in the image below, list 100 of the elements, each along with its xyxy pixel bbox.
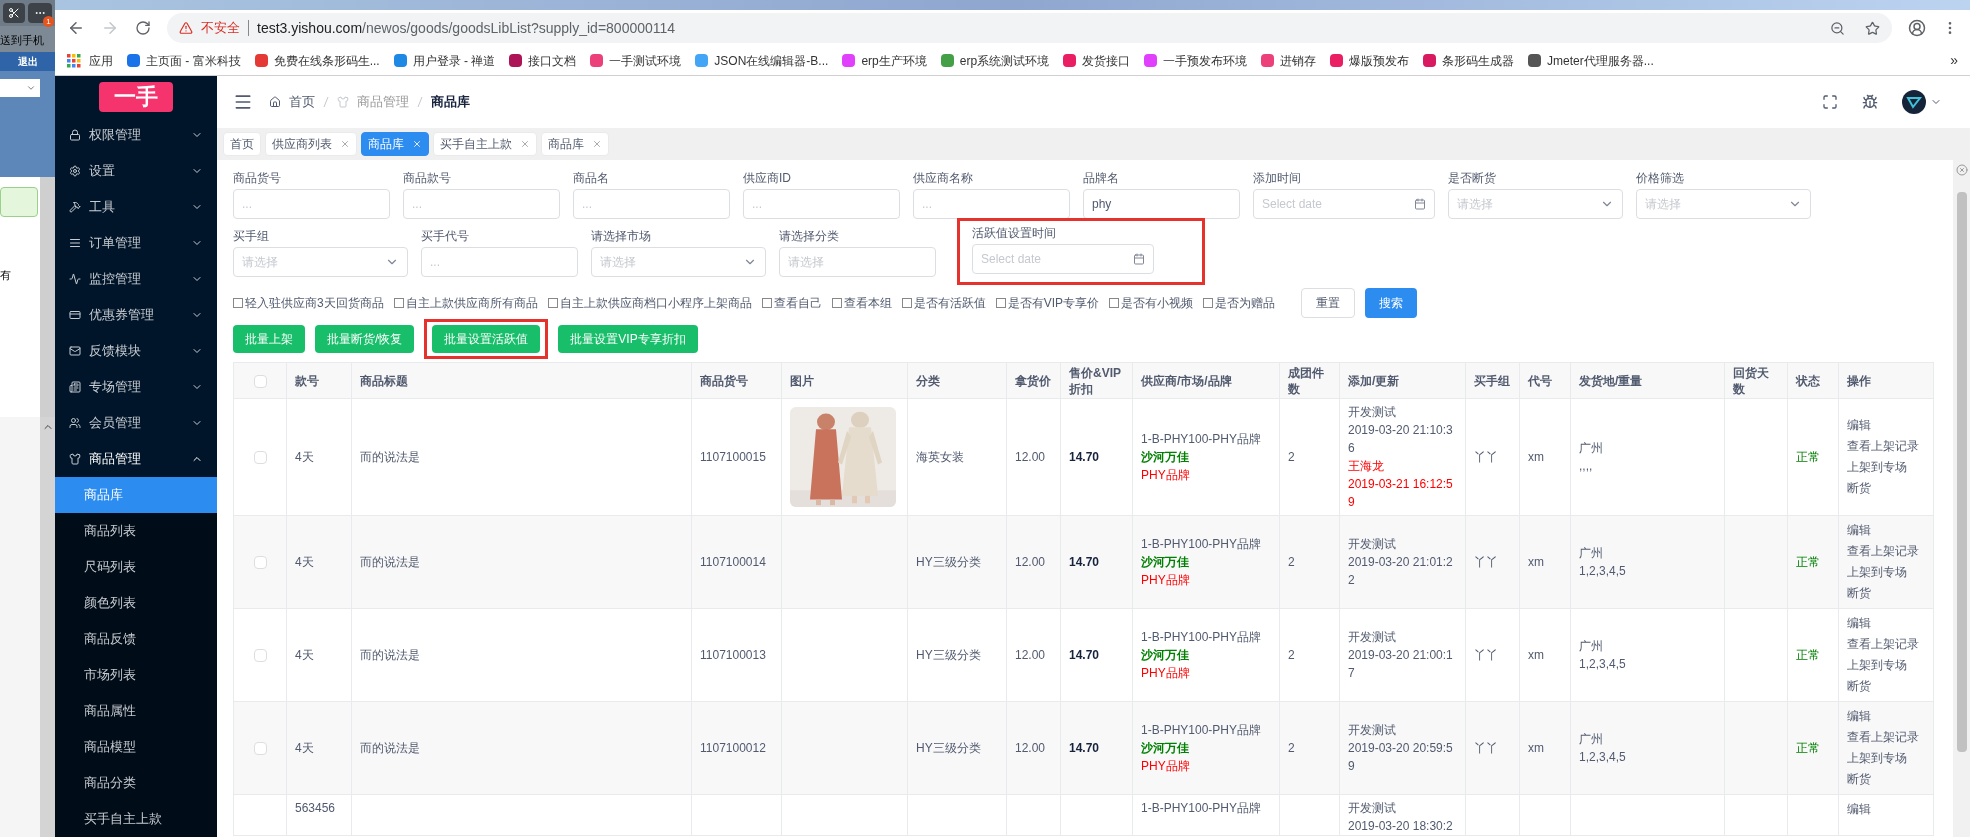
bookmark[interactable]: 免费在线条形码生... [254,51,380,70]
logo[interactable]: 一手 [99,81,173,112]
reset-button[interactable]: 重置 [1301,288,1356,318]
close-icon[interactable] [340,139,350,149]
close-icon[interactable] [592,139,602,149]
bookmark[interactable]: 条形码生成器 [1423,51,1515,70]
input-field[interactable]: ... [573,189,730,219]
menu-item[interactable]: 监控管理 [55,261,217,297]
menu-item[interactable]: 权限管理 [55,117,217,153]
submenu-item[interactable]: 商品列表 [55,513,217,549]
submenu-item[interactable]: 商品反馈 [55,621,217,657]
checkbox[interactable] [1109,298,1120,308]
page-tab[interactable]: 商品库 [541,132,609,156]
bookmark[interactable]: 一手测试环境 [590,51,682,70]
checkbox[interactable] [233,298,243,308]
input-field[interactable]: phy [1083,189,1240,219]
fullscreen-icon[interactable] [1822,94,1838,110]
action-link[interactable]: 查看上架记录 [1847,436,1925,457]
input-field[interactable]: ... [233,189,390,219]
action-link[interactable]: 断货 [1847,769,1925,790]
page-tab[interactable]: 买手自主上款 [433,132,537,156]
action-link[interactable]: 编辑 [1847,415,1925,436]
menu-item[interactable]: 会员管理 [55,405,217,441]
page-tab[interactable]: 供应商列表 [265,132,357,156]
close-icon[interactable] [412,139,422,149]
input-field[interactable]: ... [403,189,560,219]
breadcrumb-item[interactable]: 首页 [289,92,315,112]
checkbox[interactable] [831,298,842,308]
action-link[interactable]: 编辑 [1847,799,1925,820]
menu-item[interactable]: 工具 [55,189,217,225]
action-link[interactable]: 上架到专场 [1847,457,1925,478]
action-link[interactable]: 断货 [1847,676,1925,697]
action-link[interactable]: 上架到专场 [1847,655,1925,676]
scroll-track[interactable] [40,416,55,837]
scissors-icon[interactable] [8,7,20,19]
checkbox[interactable] [1203,298,1214,308]
checkbox[interactable] [761,298,772,308]
bookmark[interactable]: 一手预发布环境 [1144,51,1248,70]
menu-toggle-icon[interactable] [233,92,253,112]
dropdown[interactable] [0,78,40,97]
page-tab[interactable]: 首页 [223,132,261,156]
checkbox[interactable] [547,298,558,308]
page-scrollbar[interactable] [1953,160,1970,837]
action-link[interactable]: 查看上架记录 [1847,634,1925,655]
send-to-phone-label[interactable]: 送到手机 [0,26,55,52]
submenu-item[interactable]: 市场列表 [55,657,217,693]
action-link[interactable]: 编辑 [1847,706,1925,727]
address-bar[interactable]: 不安全 test3.yishou.com/newos/goods/goodsLibList?supply_id=800000114 [167,13,1892,43]
menu-item[interactable]: 商品管理 [55,441,217,477]
row-checkbox[interactable] [253,451,267,465]
bookmark[interactable]: 用户登录 - 禅道 [393,51,496,70]
action-link[interactable]: 断货 [1847,583,1925,604]
apps-bookmark[interactable]: 应用 [67,51,113,70]
submenu-item[interactable]: 买手自主上款 [55,801,217,837]
submenu-item[interactable]: 商品分类 [55,765,217,801]
bookmark-star-icon[interactable] [1865,20,1880,36]
action-link[interactable]: 编辑 [1847,520,1925,541]
bookmark[interactable]: 进销存 [1261,51,1317,70]
bookmark[interactable]: erp系统测试环境 [940,51,1050,70]
row-checkbox[interactable] [253,556,267,570]
row-checkbox[interactable] [253,742,267,756]
close-icon[interactable] [520,139,530,149]
action-link[interactable]: 编辑 [1847,613,1925,634]
input-field[interactable]: ... [913,189,1070,219]
menu-item[interactable]: 反馈模块 [55,333,217,369]
back-icon[interactable] [67,19,85,37]
menu-item[interactable]: 优惠券管理 [55,297,217,333]
bookmark[interactable]: 爆版预发布 [1330,51,1410,70]
row-checkbox[interactable] [253,649,267,663]
bookmark[interactable]: Jmeter代理服务器... [1528,51,1654,70]
avatar-icon[interactable] [1902,90,1926,114]
action-link[interactable]: 断货 [1847,478,1925,499]
menu-item[interactable]: 订单管理 [55,225,217,261]
checkbox[interactable] [393,298,404,308]
action-link[interactable]: 查看上架记录 [1847,541,1925,562]
submenu-item[interactable]: 商品属性 [55,693,217,729]
menu-item[interactable]: 专场管理 [55,369,217,405]
bug-icon[interactable] [1862,94,1878,110]
reload-icon[interactable] [135,20,151,36]
select-all-checkbox[interactable] [253,374,267,388]
action-link[interactable]: 查看上架记录 [1847,727,1925,748]
more-bookmarks[interactable]: » [1950,50,1958,71]
bookmark[interactable]: 主页面 - 富米科技 [127,51,241,70]
bookmark[interactable]: erp生产环境 [842,51,927,70]
zoom-out-icon[interactable] [1830,20,1845,36]
menu-item[interactable]: 设置 [55,153,217,189]
profile-icon[interactable] [1908,19,1926,37]
checkbox[interactable] [995,298,1006,308]
submenu-item[interactable]: 颜色列表 [55,585,217,621]
submenu-item[interactable]: 尺码列表 [55,549,217,585]
input-field[interactable]: ... [743,189,900,219]
action-link[interactable]: 上架到专场 [1847,562,1925,583]
bookmark[interactable]: JSON在线编辑器-B... [695,51,829,70]
input-field[interactable]: ... [421,247,578,277]
bookmark[interactable]: 接口文档 [509,51,577,70]
close-icon[interactable] [1955,164,1968,176]
checkbox[interactable] [901,298,912,308]
submenu-item[interactable]: 商品模型 [55,729,217,765]
action-link[interactable]: 上架到专场 [1847,748,1925,769]
bookmark[interactable]: 发货接口 [1063,51,1131,70]
